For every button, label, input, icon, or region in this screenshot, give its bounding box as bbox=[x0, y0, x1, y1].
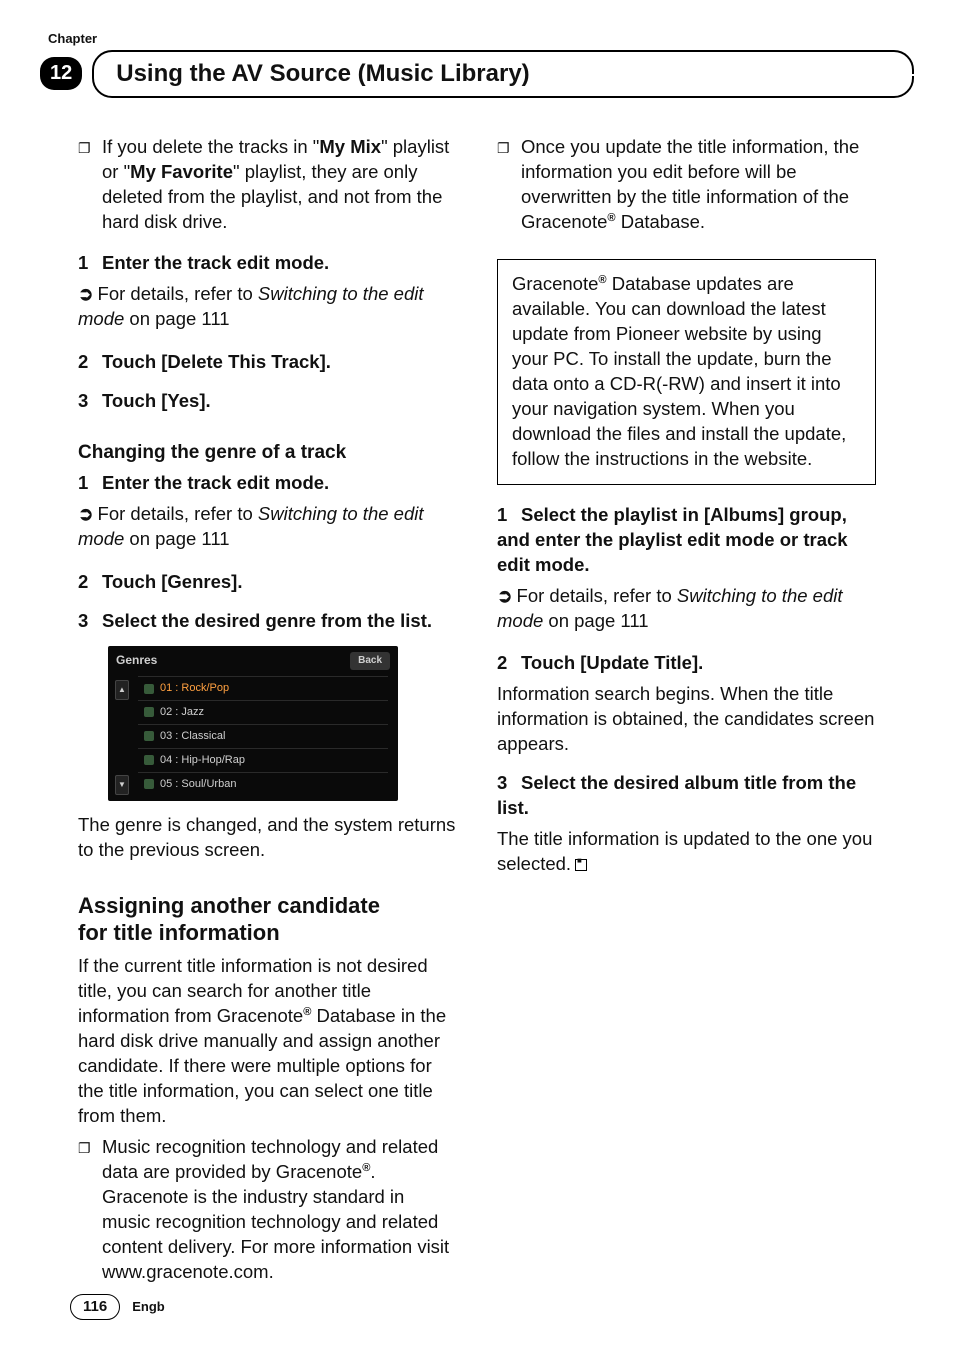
list-item: 01 : Rock/Pop bbox=[138, 676, 388, 700]
scroll-up-icon: ▲ bbox=[115, 680, 129, 700]
end-of-section-icon bbox=[575, 859, 587, 871]
genres-screenshot: Genres Back ▲ ▼ 01 : Rock/Pop 02 : Jazz … bbox=[108, 646, 398, 801]
heading-assign-candidate: Assigning another candidate for title in… bbox=[78, 893, 457, 946]
page-footer: 116 Engb bbox=[70, 1294, 165, 1320]
genres-scrollbar: ▲ ▼ bbox=[114, 680, 130, 795]
reference-arrow-icon: ➲ bbox=[78, 282, 94, 307]
language-code: Engb bbox=[132, 1298, 165, 1316]
intro-bullet: ❐ If you delete the tracks in "My Mix" p… bbox=[78, 135, 457, 241]
header-row: 12 Using the AV Source (Music Library) bbox=[40, 50, 914, 98]
page-number: 116 bbox=[70, 1294, 120, 1320]
left-column: ❐ If you delete the tracks in "My Mix" p… bbox=[78, 135, 457, 1291]
genres-back-button: Back bbox=[350, 652, 390, 670]
right-step-1-ref: ➲For details, refer to Switching to the … bbox=[497, 584, 876, 634]
genre-step-3: 3Select the desired genre from the list. bbox=[78, 609, 457, 634]
assign-paragraph: If the current title information is not … bbox=[78, 954, 457, 1129]
right-step-2-body: Information search begins. When the titl… bbox=[497, 682, 876, 757]
content-columns: ❐ If you delete the tracks in "My Mix" p… bbox=[78, 135, 876, 1291]
bullet-icon: ❐ bbox=[497, 139, 511, 241]
scroll-down-icon: ▼ bbox=[115, 775, 129, 795]
top-bullet-text: Once you update the title information, t… bbox=[521, 135, 876, 235]
section-title: Using the AV Source (Music Library) bbox=[92, 50, 914, 98]
step-3: 3Touch [Yes]. bbox=[78, 389, 457, 414]
genre-step-1-ref: ➲For details, refer to Switching to the … bbox=[78, 502, 457, 552]
chapter-label: Chapter bbox=[48, 30, 914, 48]
page-header: Chapter 12 Using the AV Source (Music Li… bbox=[40, 30, 914, 98]
bullet-icon: ❐ bbox=[78, 139, 92, 241]
right-step-1: 1Select the playlist in [Albums] group, … bbox=[497, 503, 876, 578]
assign-bullet-text: Music recognition technology and related… bbox=[102, 1135, 457, 1285]
right-step-3: 3Select the desired album title from the… bbox=[497, 771, 876, 821]
step-2: 2Touch [Delete This Track]. bbox=[78, 350, 457, 375]
genre-step-2: 2Touch [Genres]. bbox=[78, 570, 457, 595]
chapter-number-badge: 12 bbox=[40, 57, 82, 90]
genres-list: 01 : Rock/Pop 02 : Jazz 03 : Classical 0… bbox=[138, 676, 388, 795]
genres-title: Genres bbox=[116, 652, 157, 670]
right-step-2: 2Touch [Update Title]. bbox=[497, 651, 876, 676]
step-1: 1Enter the track edit mode. bbox=[78, 251, 457, 276]
list-item: 03 : Classical bbox=[138, 724, 388, 748]
reference-arrow-icon: ➲ bbox=[497, 584, 513, 609]
list-item: 04 : Hip-Hop/Rap bbox=[138, 748, 388, 772]
bullet-icon: ❐ bbox=[78, 1139, 92, 1291]
genre-step-1: 1Enter the track edit mode. bbox=[78, 471, 457, 496]
reference-arrow-icon: ➲ bbox=[78, 502, 94, 527]
right-column: ❐ Once you update the title information,… bbox=[497, 135, 876, 1291]
intro-text: If you delete the tracks in "My Mix" pla… bbox=[102, 135, 457, 235]
list-item: 02 : Jazz bbox=[138, 700, 388, 724]
heading-changing-genre: Changing the genre of a track bbox=[78, 440, 457, 466]
step-1-ref: ➲For details, refer to Switching to the … bbox=[78, 282, 457, 332]
after-shot-text: The genre is changed, and the system ret… bbox=[78, 813, 457, 863]
gracenote-note-box: Gracenote® Database updates are availabl… bbox=[497, 259, 876, 485]
list-item: 05 : Soul/Urban bbox=[138, 772, 388, 796]
assign-bullet: ❐ Music recognition technology and relat… bbox=[78, 1135, 457, 1291]
top-bullet: ❐ Once you update the title information,… bbox=[497, 135, 876, 241]
right-step-3-body: The title information is updated to the … bbox=[497, 827, 876, 877]
